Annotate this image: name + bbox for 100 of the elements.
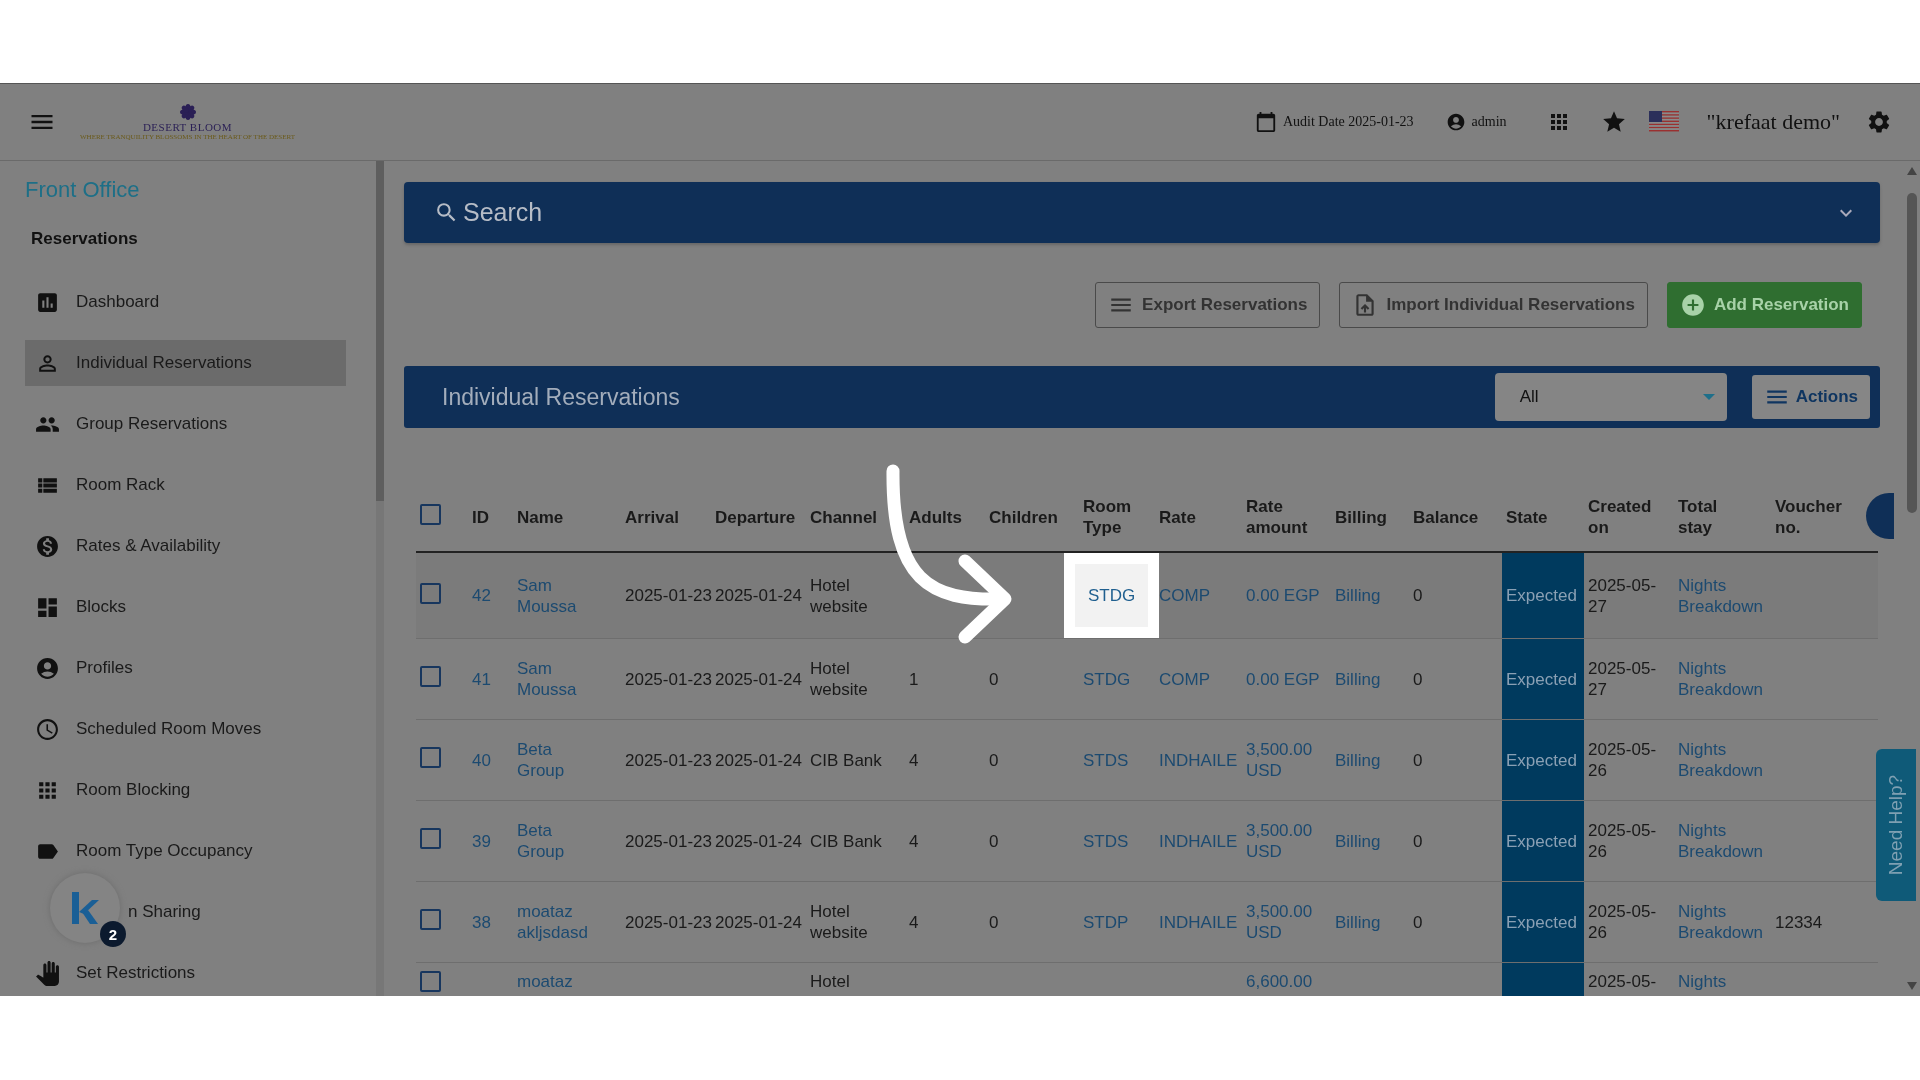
notification-badge: 2	[100, 921, 126, 947]
room-type-link[interactable]: STDS	[1083, 830, 1129, 852]
date-cell: 2025-01-23	[625, 911, 712, 933]
export-button[interactable]: Export Reservations	[1095, 282, 1321, 328]
date-cell-text: 2025-05-26	[1588, 739, 1658, 781]
column-header: Total stay	[1678, 496, 1718, 538]
billing-link[interactable]: Billing	[1335, 585, 1381, 606]
name-link[interactable]: moataz akljsdasd	[517, 901, 588, 943]
adults-cell: 1	[909, 668, 919, 690]
user-name[interactable]: admin	[1471, 114, 1507, 130]
sidebar-item[interactable]: Blocks	[25, 584, 346, 630]
assistant-button[interactable]	[50, 873, 120, 943]
sidebar-item[interactable]: Set Restrictions	[25, 950, 346, 996]
room-type-link[interactable]: STDP	[1083, 911, 1129, 933]
name-link[interactable]: Beta Group	[517, 820, 565, 862]
rate-link[interactable]: INDHAILE	[1159, 830, 1238, 852]
id-link[interactable]: 42	[472, 585, 491, 606]
rate-amount-link[interactable]: 0.00 EGP	[1246, 668, 1320, 690]
billing-link[interactable]: Billing	[1335, 911, 1381, 933]
scrollbar-thumb[interactable]	[1907, 193, 1917, 513]
rate-link[interactable]: COMP	[1159, 668, 1210, 690]
billing-link[interactable]: Billing	[1335, 668, 1381, 690]
group-title: Reservations	[31, 229, 139, 249]
row-checkbox[interactable]	[420, 747, 441, 768]
add-icon	[1679, 292, 1706, 318]
id-link[interactable]: 38	[472, 911, 491, 933]
room-type-link[interactable]: STDG	[1083, 668, 1131, 690]
column-header: Name	[517, 506, 564, 528]
rate-amount-link[interactable]: 3,500.00 USD	[1246, 901, 1325, 943]
id-link[interactable]: 41	[472, 668, 491, 690]
nights-breakdown-link[interactable]: Nights Breakdown	[1678, 574, 1764, 617]
id-link[interactable]: 39	[472, 830, 491, 852]
sidebar-item[interactable]: Rates & Availability	[25, 523, 346, 569]
name-link[interactable]: moataz	[517, 971, 573, 992]
billing-link[interactable]: Billing	[1335, 830, 1381, 852]
balance-cell: 0	[1413, 911, 1423, 933]
nights-breakdown-link[interactable]: Nights	[1678, 971, 1727, 992]
help-tab[interactable]: Need Help?	[1876, 749, 1916, 901]
row-checkbox[interactable]	[420, 909, 441, 930]
state-cell: Expected	[1506, 749, 1577, 771]
channel-cell: CIB Bank	[810, 749, 882, 771]
rate-link[interactable]: COMP	[1159, 585, 1210, 606]
channel-cell-text: Hotel website	[810, 901, 869, 943]
room-type-link[interactable]: STDS	[1083, 749, 1129, 771]
row-checkbox[interactable]	[420, 666, 441, 687]
section-title: Front Office	[25, 177, 141, 203]
row-checkbox[interactable]	[420, 828, 441, 849]
rate-amount-link[interactable]: 3,500.00 USD	[1246, 820, 1325, 862]
sidebar-item[interactable]: Individual Reservations	[25, 340, 346, 386]
search-bar[interactable]: Search	[404, 182, 1880, 243]
name-link[interactable]: Sam Moussa	[517, 574, 577, 617]
nights-breakdown-link[interactable]: Nights Breakdown	[1678, 820, 1764, 862]
state-cell: Expected	[1506, 830, 1577, 852]
name-link[interactable]: Sam Moussa	[517, 658, 577, 700]
channel-cell-text: Hotel website	[810, 574, 869, 617]
sidebar-item[interactable]: Room Type Occupancy	[25, 828, 346, 874]
name-link[interactable]: Beta Group	[517, 739, 565, 781]
rate-amount-link[interactable]: 6,600.00	[1246, 971, 1313, 992]
actions-button[interactable]: Actions	[1751, 375, 1870, 419]
date-cell: 2025-01-23	[625, 668, 712, 690]
state-cell: Expected	[1506, 668, 1577, 690]
sidebar-item[interactable]: Room Rack	[25, 462, 346, 508]
nights-breakdown-link[interactable]: Nights Breakdown	[1678, 739, 1764, 781]
sidebar-item[interactable]: Dashboard	[25, 279, 346, 325]
scroll-up-icon[interactable]	[1907, 167, 1917, 175]
balance-cell: 0	[1413, 585, 1423, 606]
nights-breakdown-link[interactable]: Nights Breakdown	[1678, 658, 1764, 700]
row-checkbox[interactable]	[420, 582, 441, 604]
scroll-down-icon[interactable]	[1907, 982, 1917, 990]
rate-amount-link[interactable]: 3,500.00 USD	[1246, 739, 1325, 781]
column-header: Rate	[1159, 506, 1196, 528]
sidebar-item[interactable]: Scheduled Room Moves	[25, 706, 346, 752]
filter-dropdown[interactable]: All	[1494, 373, 1727, 421]
rate-link[interactable]: INDHAILE	[1159, 749, 1238, 771]
column-header: Departure	[715, 506, 796, 528]
settings-icon[interactable]	[1866, 109, 1892, 135]
id-link[interactable]: 40	[472, 749, 491, 771]
rate-amount-link[interactable]: 0.00 EGP	[1246, 585, 1320, 606]
select-all-checkbox[interactable]	[420, 504, 441, 525]
nights-breakdown-link[interactable]: Nights Breakdown	[1678, 901, 1764, 943]
sidebar-item[interactable]: Room Blocking	[25, 767, 346, 813]
sidebar-item[interactable]: Group Reservations	[25, 401, 346, 447]
children-cell: 0	[989, 749, 999, 771]
rate-link[interactable]: INDHAILE	[1159, 911, 1238, 933]
room-type-link[interactable]: STDG	[1064, 553, 1160, 638]
import-button[interactable]: Import Individual Reservations	[1339, 282, 1648, 328]
column-header: Rate amount	[1246, 496, 1308, 538]
flag-icon[interactable]	[1648, 111, 1679, 133]
sidebar-item[interactable]: Profiles	[25, 645, 346, 691]
channel-cell: Hotel	[810, 971, 850, 992]
user-icon[interactable]	[1445, 112, 1466, 132]
round-tab-drawing[interactable]	[1866, 493, 1894, 539]
billing-link[interactable]: Billing	[1335, 749, 1381, 771]
logo-name: DESERT BLOOM	[142, 120, 233, 133]
state-cell: Expected	[1506, 585, 1577, 606]
add-button[interactable]: Add Reservation	[1666, 282, 1862, 328]
row-checkbox[interactable]	[420, 971, 441, 992]
balance-cell: 0	[1413, 668, 1423, 690]
hotel-name[interactable]: "krefaat demo"	[1706, 109, 1840, 135]
scrollbar-thumb[interactable]	[376, 161, 384, 501]
